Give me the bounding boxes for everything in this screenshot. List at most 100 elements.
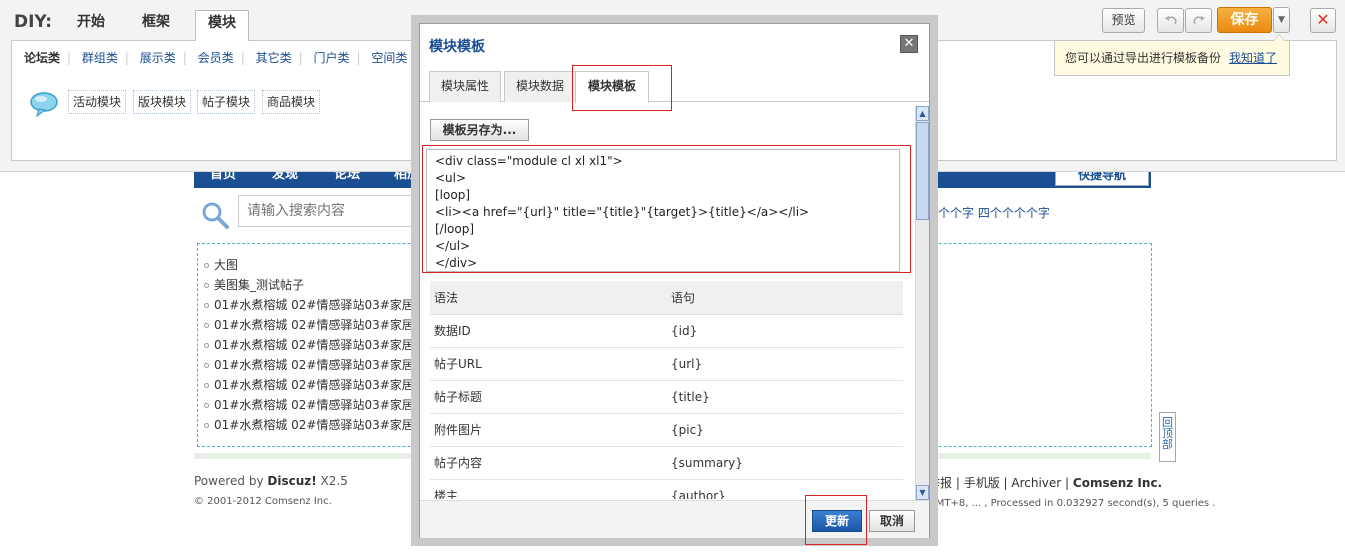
undo-button[interactable] xyxy=(1157,8,1184,33)
list-item[interactable]: 美图集_测试帖子 xyxy=(204,276,304,296)
tab-module-template[interactable]: 模块模板 xyxy=(575,71,649,103)
preview-button[interactable]: 预览 xyxy=(1102,8,1145,33)
copyright: © 2001-2012 Comsenz Inc. xyxy=(194,496,332,507)
hint-dismiss-link[interactable]: 我知道了 xyxy=(1229,51,1277,65)
module-category-row: 论坛类 | 群组类 | 展示类 | 会员类 | 其它类 | 门户类 | 空间类 xyxy=(24,51,408,65)
diy-tab-frame[interactable]: 框架 xyxy=(131,10,181,38)
footer-link-archiver[interactable]: Archiver xyxy=(1011,476,1061,490)
category-member[interactable]: 会员类 xyxy=(198,51,234,65)
syntax-statement: {author} xyxy=(667,479,903,499)
module-board[interactable]: 版块模块 xyxy=(133,90,192,114)
table-header-row: 语法 语句 xyxy=(430,281,903,315)
category-space[interactable]: 空间类 xyxy=(371,51,407,65)
syntax-name: 附件图片 xyxy=(430,413,667,447)
scroll-up-icon[interactable]: ▲ xyxy=(916,106,929,121)
category-portal[interactable]: 门户类 xyxy=(313,51,349,65)
hint-text: 您可以通过导出进行模板备份 xyxy=(1065,51,1222,65)
close-icon: ✕ xyxy=(1316,10,1330,29)
module-goods[interactable]: 商品模块 xyxy=(262,90,321,114)
dialog-tab-bar: 模块属性 模块数据 模块模板 xyxy=(420,71,929,103)
template-code-textarea[interactable]: <div class="module cl xl xl1"> <ul> [loo… xyxy=(426,149,900,272)
syntax-name: 帖子内容 xyxy=(430,446,667,480)
syntax-statement: {title} xyxy=(667,380,903,414)
diy-tab-start[interactable]: 开始 xyxy=(66,10,116,38)
list-item[interactable]: 01#水煮榕城 02#情感驿站03#家居装 xyxy=(204,296,426,316)
dialog-title: 模块模板 xyxy=(429,39,485,55)
update-button[interactable]: 更新 xyxy=(812,510,862,532)
dialog-close-button[interactable]: ✕ xyxy=(900,35,918,53)
bullet-icon xyxy=(204,403,209,408)
list-item[interactable]: 01#水煮榕城 02#情感驿站03#家居装 xyxy=(204,416,426,436)
processed-info: GMT+8, ... , Processed in 0.032927 secon… xyxy=(928,498,1216,509)
tab-module-data[interactable]: 模块数据 xyxy=(504,71,576,102)
category-other[interactable]: 其它类 xyxy=(256,51,292,65)
redo-icon xyxy=(1192,16,1205,25)
scroll-thumb[interactable] xyxy=(916,122,929,220)
module-activity[interactable]: 活动模块 xyxy=(68,90,127,114)
back-to-top-button[interactable]: 回顶部 xyxy=(1159,412,1176,462)
footer-company-link[interactable]: Comsenz Inc. xyxy=(1073,476,1162,490)
table-row: 帖子内容 {summary} xyxy=(430,446,903,480)
diy-tab-module[interactable]: 模块 xyxy=(195,10,249,41)
syntax-table: 语法 语句 数据ID {id} 帖子URL {url} 帖子标题 {title} 附件… xyxy=(430,281,903,499)
modal-overlay-frame: 模块模板 ✕ 模块属性 模块数据 模块模板 模板另存为... <div clas… xyxy=(411,15,938,546)
bullet-icon xyxy=(204,283,209,288)
close-diy-button[interactable]: ✕ xyxy=(1310,8,1336,33)
syntax-statement: {url} xyxy=(667,347,903,381)
save-dropdown-button[interactable]: ▼ xyxy=(1273,7,1290,33)
backup-hint-popup: 您可以通过导出进行模板备份 我知道了 xyxy=(1054,40,1290,76)
table-row: 附件图片 {pic} xyxy=(430,413,903,447)
powered-by: Powered by Discuz! X2.5 xyxy=(194,474,348,488)
list-item[interactable]: 大图 xyxy=(204,256,238,276)
speech-bubble-icon xyxy=(30,92,58,117)
hot-words[interactable]: 个个个字 四个个个个字 xyxy=(926,204,1050,221)
bullet-icon xyxy=(204,383,209,388)
content-scrollbar[interactable]: ▲ ▼ xyxy=(915,106,929,500)
tab-module-properties[interactable]: 模块属性 xyxy=(429,71,501,102)
save-button[interactable]: 保存 xyxy=(1217,7,1272,33)
syntax-name: 数据ID xyxy=(430,314,667,348)
syntax-name: 楼主 xyxy=(430,479,667,499)
list-item[interactable]: 01#水煮榕城 02#情感驿站03#家居装 xyxy=(204,356,426,376)
list-item[interactable]: 01#水煮榕城 02#情感驿站03#家居装 xyxy=(204,336,426,356)
search-icon xyxy=(202,202,229,229)
search-input[interactable] xyxy=(238,195,418,227)
syntax-statement: {id} xyxy=(667,314,903,348)
discuz-link[interactable]: Discuz! xyxy=(267,474,316,488)
close-icon: ✕ xyxy=(903,36,915,51)
category-display[interactable]: 展示类 xyxy=(140,51,176,65)
bullet-icon xyxy=(204,423,209,428)
table-row: 帖子URL {url} xyxy=(430,347,903,381)
list-item[interactable]: 01#水煮榕城 02#情感驿站03#家居装 xyxy=(204,376,426,396)
category-group[interactable]: 群组类 xyxy=(82,51,118,65)
syntax-name: 帖子标题 xyxy=(430,380,667,414)
chevron-down-icon: ▼ xyxy=(1278,15,1285,25)
dialog-footer: 更新 取消 xyxy=(420,500,929,538)
table-row: 帖子标题 {title} xyxy=(430,380,903,414)
table-row: 楼主 {author} xyxy=(430,479,903,499)
category-forum[interactable]: 论坛类 xyxy=(24,51,60,65)
col-header-syntax: 语法 xyxy=(430,281,667,315)
table-row: 数据ID {id} xyxy=(430,314,903,348)
redo-button[interactable] xyxy=(1185,8,1212,33)
bullet-icon xyxy=(204,323,209,328)
syntax-name: 帖子URL xyxy=(430,347,667,381)
hint-arrow-inner xyxy=(1274,35,1284,41)
dialog-content: 模板另存为... <div class="module cl xl xl1"> … xyxy=(421,104,919,499)
syntax-statement: {pic} xyxy=(667,413,903,447)
footer-link-mobile[interactable]: 手机版 xyxy=(964,476,1000,490)
list-item[interactable]: 01#水煮榕城 02#情感驿站03#家居装 xyxy=(204,316,426,336)
bullet-icon xyxy=(204,343,209,348)
undo-icon xyxy=(1164,16,1177,25)
module-thread[interactable]: 帖子模块 xyxy=(197,90,256,114)
cancel-button[interactable]: 取消 xyxy=(869,510,915,532)
syntax-statement: {summary} xyxy=(667,446,903,480)
save-template-as-button[interactable]: 模板另存为... xyxy=(430,119,529,141)
module-template-dialog: 模块模板 ✕ 模块属性 模块数据 模块模板 模板另存为... <div clas… xyxy=(419,23,930,545)
bullet-icon xyxy=(204,363,209,368)
bullet-icon xyxy=(204,263,209,268)
scroll-down-icon[interactable]: ▼ xyxy=(916,485,929,500)
footer-links: 举报 | 手机版 | Archiver | Comsenz Inc. xyxy=(928,476,1163,490)
bullet-icon xyxy=(204,303,209,308)
list-item[interactable]: 01#水煮榕城 02#情感驿站03#家居装 xyxy=(204,396,426,416)
